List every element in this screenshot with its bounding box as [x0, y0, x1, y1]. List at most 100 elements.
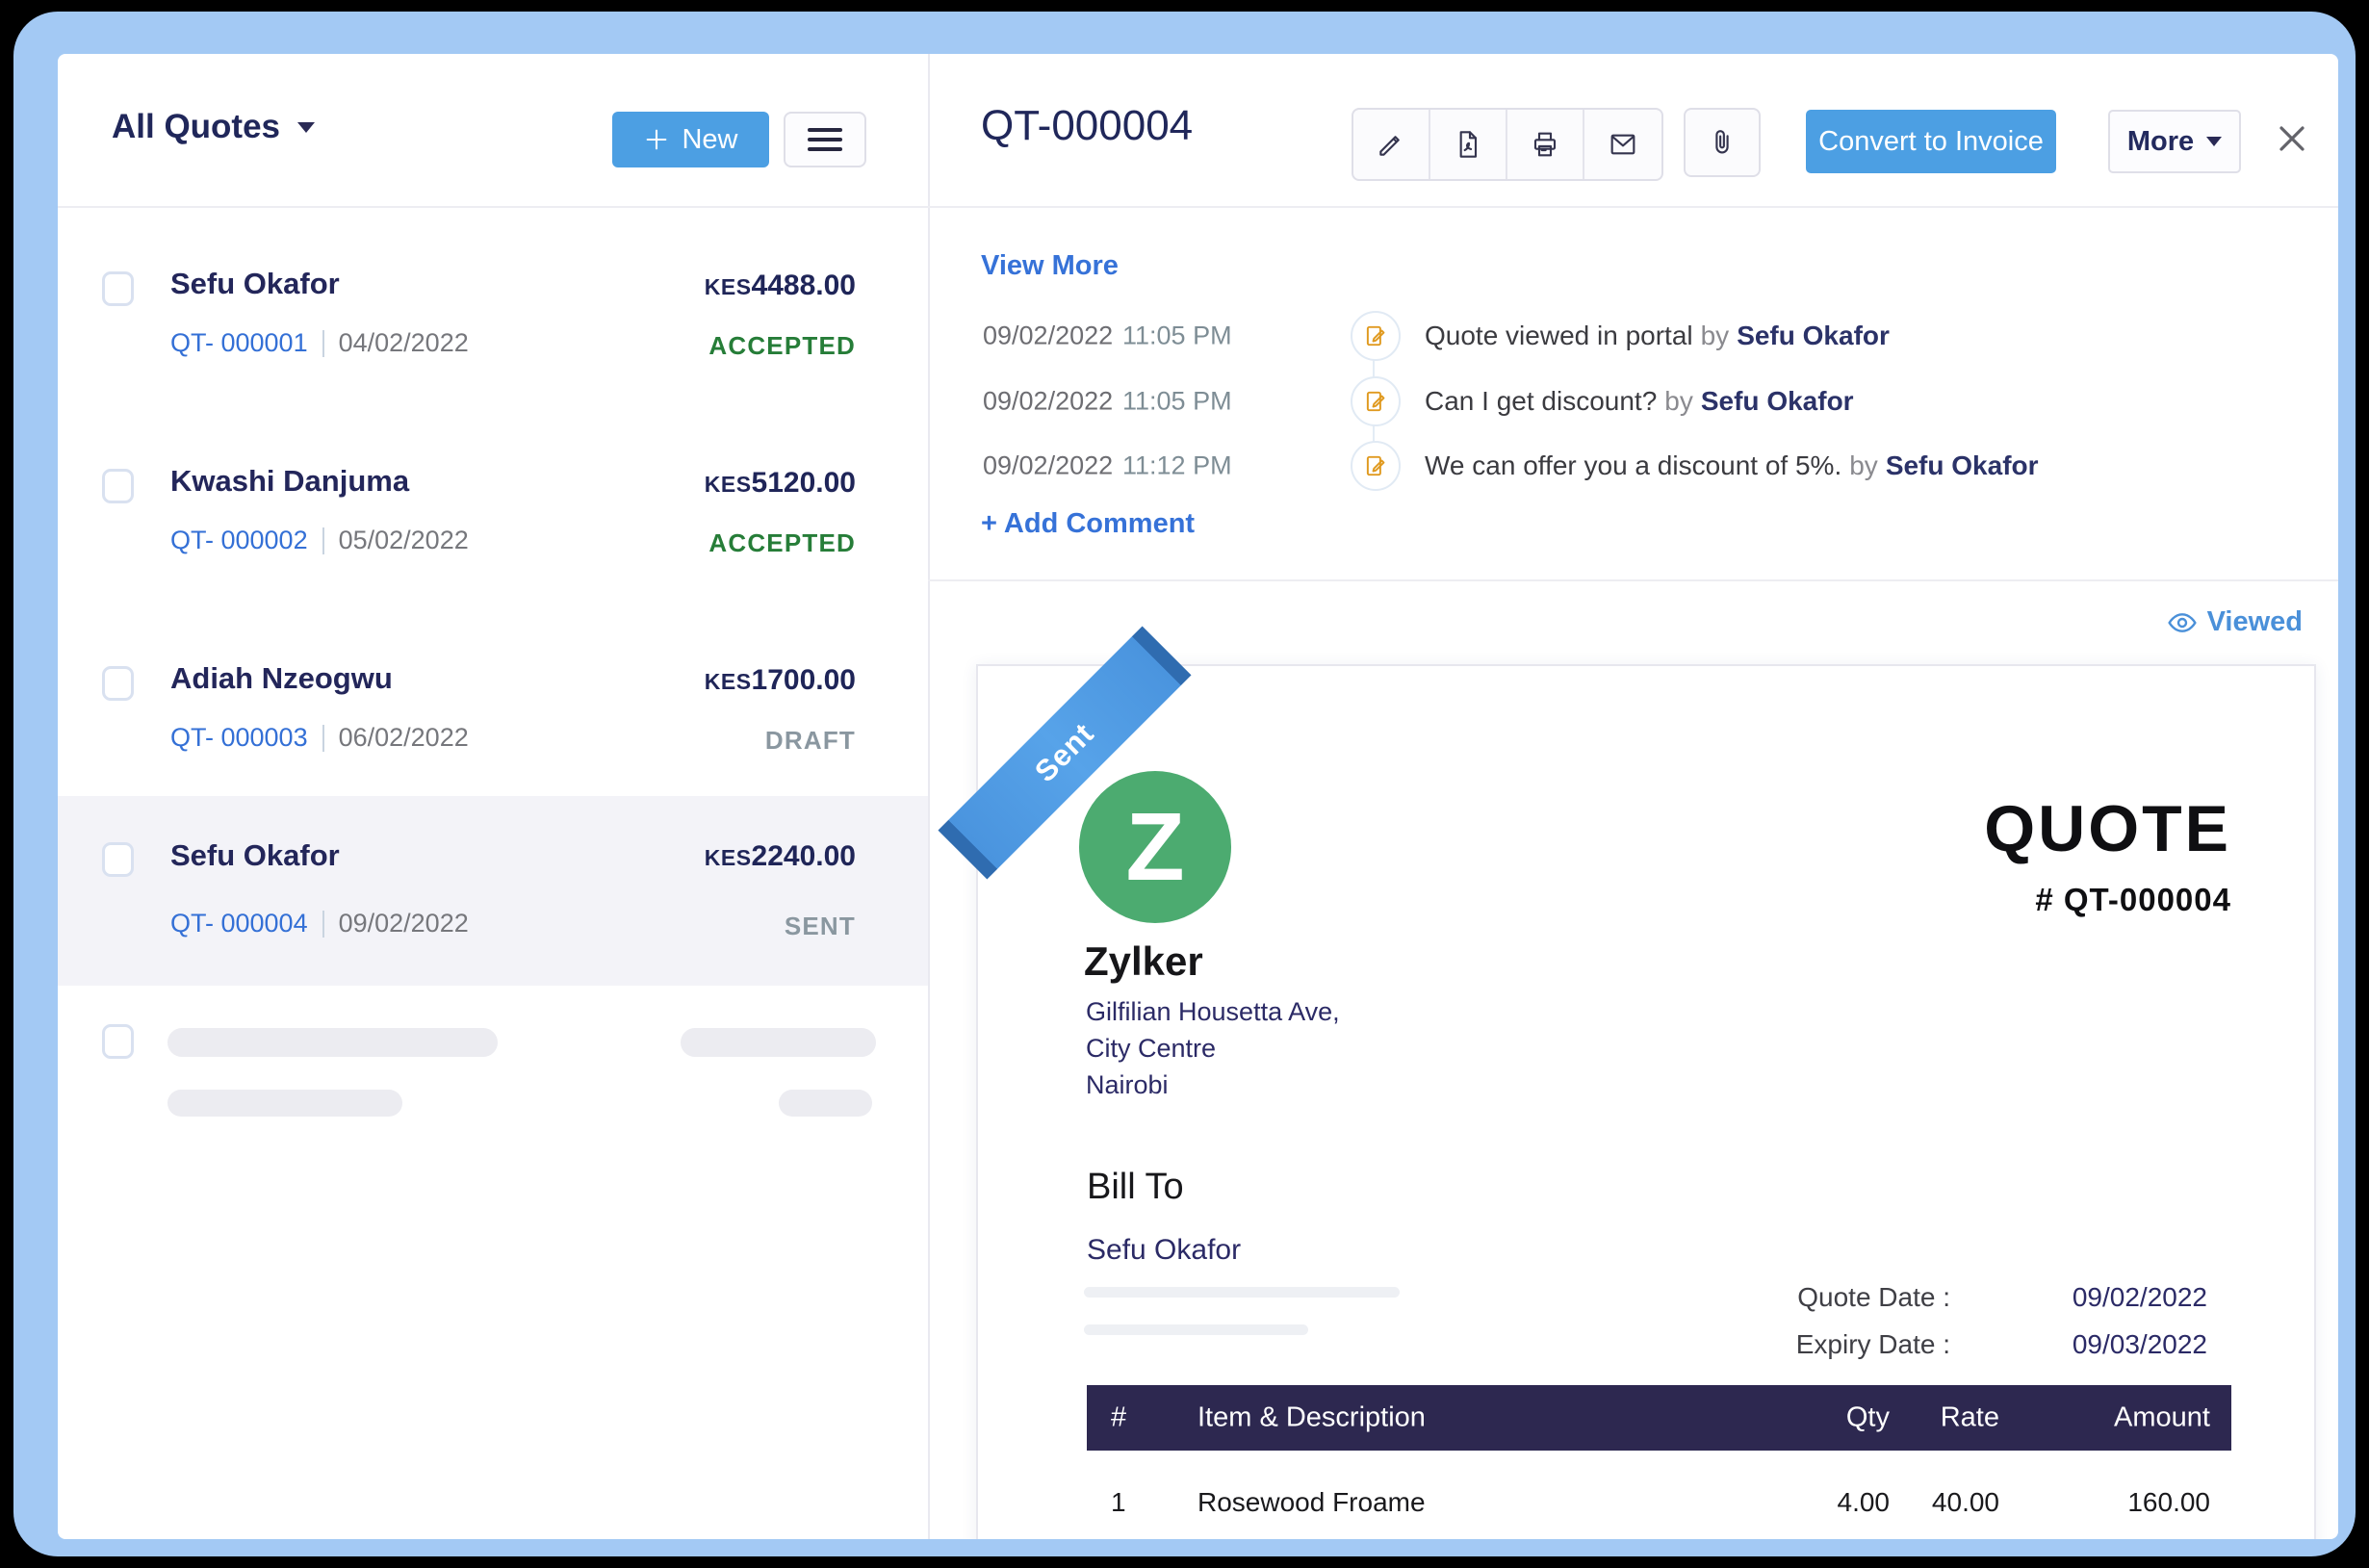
convert-to-invoice-button[interactable]: Convert to Invoice [1806, 110, 2056, 173]
quote-row[interactable]: Sefu Okafor KES4488.00 QT- 000001 04/02/… [58, 243, 928, 440]
bill-to-label: Bill To [1087, 1167, 1184, 1208]
divider [322, 330, 324, 357]
activity-date: 09/02/2022 [983, 387, 1113, 417]
document-number: # QT-000004 [2035, 882, 2231, 918]
more-label: More [2127, 126, 2194, 158]
app-window: All Quotes New Sefu Okafor KES4488. [58, 54, 2338, 1539]
item-name: Rosewood Froame [1197, 1487, 1426, 1518]
company-logo: Z [1079, 771, 1231, 923]
quotes-list-header: All Quotes New [58, 54, 928, 208]
activity-time: 11:05 PM [1122, 321, 1232, 351]
detail-toolbar [1352, 108, 1663, 181]
comment-note-icon [1351, 376, 1401, 426]
section-divider [928, 579, 2338, 581]
print-button[interactable] [1507, 110, 1584, 179]
eye-icon [2167, 607, 2198, 638]
comment-note-icon [1351, 311, 1401, 361]
view-more-link[interactable]: View More [981, 250, 1119, 282]
row-checkbox[interactable] [102, 469, 134, 503]
quote-amount: KES5120.00 [705, 467, 856, 500]
new-quote-button[interactable]: New [612, 112, 769, 167]
quote-number-link[interactable]: QT- 000004 [170, 909, 308, 938]
pdf-button[interactable] [1430, 110, 1507, 179]
activity-entry: 09/02/2022 11:05 PM Quote viewed in port… [928, 303, 2338, 369]
viewed-label: Viewed [2207, 606, 2303, 638]
skeleton-bar [167, 1090, 402, 1117]
row-checkbox[interactable] [102, 842, 134, 877]
close-detail-button[interactable] [2274, 121, 2310, 158]
desktop-background: All Quotes New Sefu Okafor KES4488. [0, 0, 2369, 1568]
activity-author: Sefu Okafor [1737, 321, 1890, 350]
quote-subline: QT- 000004 09/02/2022 [170, 909, 469, 938]
status-badge: ACCEPTED [708, 331, 856, 361]
attachments-button[interactable] [1684, 108, 1761, 177]
paperclip-icon [1707, 127, 1738, 158]
quote-subline: QT- 000003 06/02/2022 [170, 723, 469, 753]
customer-name: Adiah Nzeogwu [170, 661, 393, 696]
item-sno: 1 [1111, 1487, 1126, 1518]
add-comment-link[interactable]: + Add Comment [981, 508, 1195, 540]
new-quote-label: New [682, 124, 737, 156]
hamburger-icon [808, 128, 842, 151]
quote-number-link[interactable]: QT- 000001 [170, 328, 308, 358]
more-button[interactable]: More [2108, 110, 2241, 173]
quote-row-selected[interactable]: Sefu Okafor KES2240.00 QT- 000004 09/02/… [58, 796, 928, 986]
quote-amount: KES1700.00 [705, 664, 856, 697]
quote-amount: KES2240.00 [705, 840, 856, 873]
quote-document-preview: Sent Z Zylker Gilfilian Housetta Ave, Ci… [976, 664, 2316, 1539]
envelope-icon [1608, 129, 1638, 160]
item-rate: 40.00 [1932, 1487, 1999, 1518]
company-address: Gilfilian Housetta Ave, City Centre Nair… [1086, 993, 1340, 1103]
row-checkbox[interactable] [102, 1024, 134, 1059]
bill-to-name: Sefu Okafor [1087, 1234, 1241, 1267]
comment-note-icon [1351, 441, 1401, 491]
activity-text: We can offer you a discount of 5%.bySefu… [1425, 450, 2039, 481]
viewed-badge[interactable]: Viewed [2167, 606, 2303, 638]
quote-subline: QT- 000002 05/02/2022 [170, 526, 469, 555]
activity-date: 09/02/2022 [983, 451, 1113, 481]
col-amount: Amount [2114, 1402, 2210, 1434]
quote-detail-title: QT-000004 [981, 102, 1193, 150]
col-item-description: Item & Description [1197, 1402, 1426, 1434]
divider [322, 911, 324, 938]
quotes-filter-dropdown[interactable]: All Quotes [112, 108, 315, 146]
row-checkbox[interactable] [102, 666, 134, 701]
quote-row[interactable]: Kwashi Danjuma KES5120.00 QT- 000002 05/… [58, 440, 928, 637]
col-qty: Qty [1846, 1402, 1890, 1434]
activity-author: Sefu Okafor [1701, 386, 1854, 416]
activity-text: Can I get discount?bySefu Okafor [1425, 386, 1854, 417]
quote-number-link[interactable]: QT- 000002 [170, 526, 308, 555]
email-button[interactable] [1584, 110, 1661, 179]
activity-author: Sefu Okafor [1886, 450, 2039, 480]
skeleton-bar [167, 1028, 498, 1057]
quote-date-label: Quote Date : [1797, 1282, 1950, 1313]
items-table-row: 1 Rosewood Froame 4.00 40.00 160.00 [1087, 1479, 2231, 1526]
edit-button[interactable] [1353, 110, 1430, 179]
pencil-icon [1376, 129, 1406, 160]
list-options-button[interactable] [784, 112, 866, 167]
quote-number-link[interactable]: QT- 000003 [170, 723, 308, 753]
expiry-date-value: 09/03/2022 [2073, 1329, 2207, 1360]
col-sno: # [1111, 1402, 1126, 1434]
quote-amount: KES4488.00 [705, 270, 856, 302]
status-badge: ACCEPTED [708, 528, 856, 558]
expiry-date-label: Expiry Date : [1796, 1329, 1950, 1360]
chevron-down-icon [2206, 137, 2222, 146]
quote-subline: QT- 000001 04/02/2022 [170, 328, 469, 358]
detail-header: QT-000004 [928, 54, 2338, 208]
divider [322, 725, 324, 752]
window-frame: All Quotes New Sefu Okafor KES4488. [13, 12, 2356, 1556]
col-rate: Rate [1941, 1402, 1999, 1434]
close-icon [2275, 121, 2309, 156]
skeleton-bar [1084, 1324, 1308, 1335]
customer-name: Kwashi Danjuma [170, 464, 409, 499]
status-badge: SENT [785, 912, 856, 941]
row-checkbox[interactable] [102, 271, 134, 306]
item-amount: 160.00 [2127, 1487, 2210, 1518]
quote-date: 04/02/2022 [339, 328, 469, 358]
document-type-heading: QUOTE [1984, 791, 2231, 866]
activity-text: Quote viewed in portalbySefu Okafor [1425, 321, 1890, 351]
quote-date: 09/02/2022 [339, 909, 469, 938]
skeleton-bar [779, 1090, 872, 1117]
quote-date-value: 09/02/2022 [2073, 1282, 2207, 1313]
